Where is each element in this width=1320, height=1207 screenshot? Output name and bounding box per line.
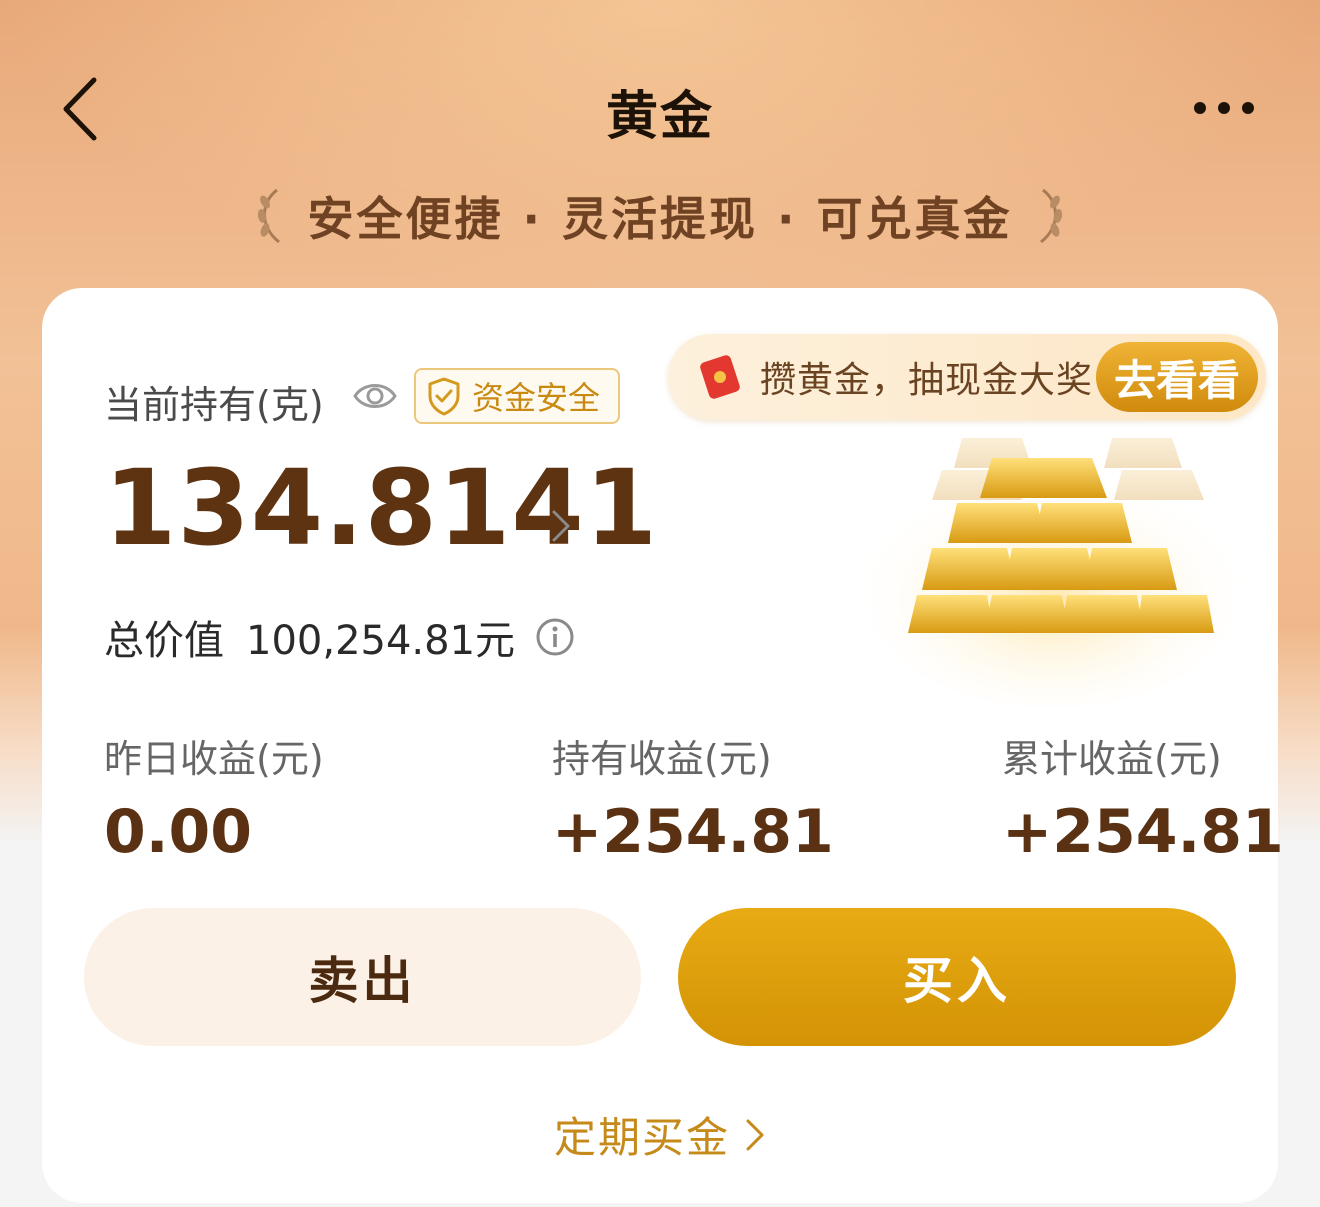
chevron-right-icon bbox=[746, 1119, 764, 1150]
safe-badge[interactable]: 资金安全 bbox=[414, 368, 620, 424]
slogan-row: 安全便捷 · 灵活提现 · 可兑真金 bbox=[0, 176, 1320, 256]
nav-header: 黄金 bbox=[0, 60, 1320, 160]
stat-yesterday-label: 昨日收益(元) bbox=[104, 737, 324, 781]
stat-cumulative: 累计收益(元) +254.81 bbox=[1002, 728, 1284, 867]
total-value: 100,254.81元 bbox=[246, 618, 516, 664]
stat-cumulative-label: 累计收益(元) bbox=[1002, 737, 1222, 781]
stat-holding-label: 持有收益(元) bbox=[552, 737, 772, 781]
stat-holding-value: +254.81 bbox=[552, 797, 834, 867]
stat-yesterday: 昨日收益(元) 0.00 bbox=[104, 728, 324, 867]
total-value-row: 总价值 100,254.81元 bbox=[104, 608, 575, 666]
holding-grams: 134.8141 bbox=[104, 447, 659, 569]
slogan-text: 安全便捷 · 灵活提现 · 可兑真金 bbox=[307, 192, 1013, 246]
shield-check-icon bbox=[428, 377, 460, 416]
stat-yesterday-value: 0.00 bbox=[104, 797, 253, 867]
promo-go-button[interactable]: 去看看 bbox=[1096, 342, 1258, 412]
regular-buy-label: 定期买金 bbox=[553, 1113, 730, 1162]
laurel-right-icon bbox=[1039, 188, 1062, 244]
page-title: 黄金 bbox=[605, 87, 714, 147]
laurel-left-icon bbox=[258, 188, 281, 244]
sell-button[interactable]: 卖出 bbox=[84, 908, 641, 1046]
safe-badge-label: 资金安全 bbox=[472, 379, 601, 417]
holding-label: 当前持有(克) bbox=[104, 383, 324, 427]
stat-cumulative-value: +254.81 bbox=[1002, 797, 1284, 867]
promo-text: 攒黄金，抽现金大奖 bbox=[760, 360, 1094, 401]
gold-bars-illustration bbox=[862, 438, 1242, 708]
info-icon[interactable] bbox=[535, 617, 575, 657]
chevron-right-icon[interactable] bbox=[548, 506, 574, 546]
buy-button[interactable]: 买入 bbox=[678, 908, 1236, 1046]
gold-summary-card: 当前持有(克) 资金安全 134.8141 总价值 100,254.81元 攒黄… bbox=[42, 288, 1284, 1203]
total-label: 总价值 bbox=[104, 618, 224, 664]
more-dots-icon[interactable] bbox=[1188, 90, 1260, 126]
red-envelope-icon bbox=[700, 355, 740, 399]
regular-buy-link[interactable]: 定期买金 bbox=[42, 1104, 1278, 1165]
stat-holding: 持有收益(元) +254.81 bbox=[552, 728, 834, 867]
eye-icon[interactable] bbox=[352, 376, 398, 416]
